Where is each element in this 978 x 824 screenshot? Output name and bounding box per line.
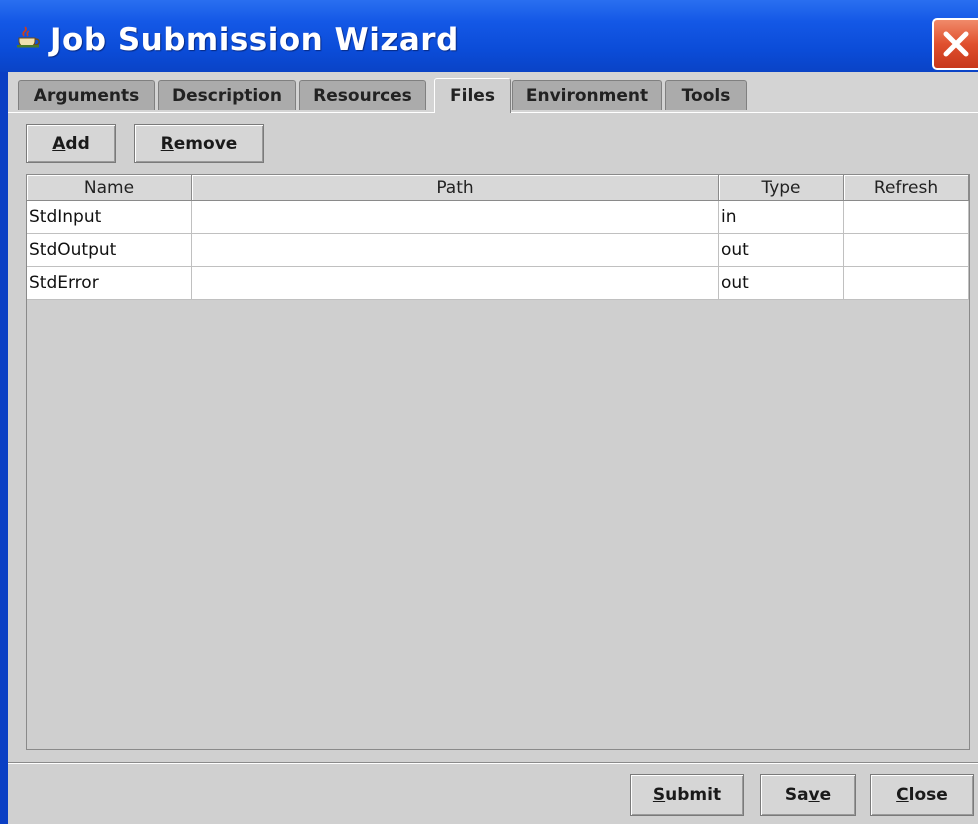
cell-path[interactable] bbox=[192, 267, 719, 300]
close-label-post: lose bbox=[908, 785, 948, 805]
table-row[interactable]: StdError out bbox=[27, 267, 969, 300]
column-header-refresh[interactable]: Refresh bbox=[844, 175, 969, 201]
footer-separator bbox=[8, 762, 978, 764]
files-table: Name Path Type Refresh StdInput in StdOu… bbox=[26, 174, 970, 750]
close-icon bbox=[943, 31, 969, 57]
remove-button[interactable]: Remove bbox=[134, 124, 264, 163]
tab-description[interactable]: Description bbox=[158, 80, 296, 110]
save-label-post: e bbox=[819, 785, 832, 805]
job-submission-wizard-window: Job Submission Wizard Arguments Descript… bbox=[0, 0, 978, 824]
tab-tools[interactable]: Tools bbox=[665, 80, 747, 110]
cell-refresh[interactable] bbox=[844, 234, 969, 267]
title-bar[interactable]: Job Submission Wizard bbox=[0, 0, 978, 72]
save-label-mnemonic: v bbox=[808, 785, 820, 805]
remove-button-label: emove bbox=[173, 133, 238, 154]
save-button[interactable]: Sa v e bbox=[760, 774, 856, 816]
cell-type[interactable]: in bbox=[719, 201, 844, 234]
tab-environment[interactable]: Environment bbox=[512, 80, 662, 110]
table-row[interactable]: StdInput in bbox=[27, 201, 969, 234]
tab-arguments[interactable]: Arguments bbox=[18, 80, 155, 110]
submit-label-mnemonic: S bbox=[652, 785, 666, 805]
add-button-mnemonic: A bbox=[52, 133, 66, 154]
tab-resources[interactable]: Resources bbox=[299, 80, 426, 110]
wizard-content: Arguments Description Resources Files En… bbox=[8, 72, 978, 824]
window-title: Job Submission Wizard bbox=[50, 22, 459, 58]
close-label-mnemonic: C bbox=[896, 785, 909, 805]
cell-path[interactable] bbox=[192, 234, 719, 267]
cell-type[interactable]: out bbox=[719, 234, 844, 267]
cell-name[interactable]: StdInput bbox=[27, 201, 192, 234]
submit-button[interactable]: Submit bbox=[630, 774, 744, 816]
tab-strip: Arguments Description Resources Files En… bbox=[8, 72, 978, 113]
close-window-button[interactable] bbox=[932, 18, 978, 70]
tab-files[interactable]: Files bbox=[434, 78, 511, 113]
cell-refresh[interactable] bbox=[844, 201, 969, 234]
table-header: Name Path Type Refresh bbox=[27, 175, 969, 201]
remove-button-mnemonic: R bbox=[160, 133, 174, 154]
save-label-pre: Sa bbox=[784, 785, 809, 805]
add-button-label: dd bbox=[65, 133, 90, 154]
java-cup-icon bbox=[17, 26, 40, 48]
cell-name[interactable]: StdOutput bbox=[27, 234, 192, 267]
cell-type[interactable]: out bbox=[719, 267, 844, 300]
table-row[interactable]: StdOutput out bbox=[27, 234, 969, 267]
cell-refresh[interactable] bbox=[844, 267, 969, 300]
cell-path[interactable] bbox=[192, 201, 719, 234]
column-header-path[interactable]: Path bbox=[192, 175, 719, 201]
close-button[interactable]: Close bbox=[870, 774, 974, 816]
add-button[interactable]: Add bbox=[26, 124, 116, 163]
column-header-type[interactable]: Type bbox=[719, 175, 844, 201]
submit-label-post: ubmit bbox=[665, 785, 722, 805]
column-header-name[interactable]: Name bbox=[27, 175, 192, 201]
cell-name[interactable]: StdError bbox=[27, 267, 192, 300]
